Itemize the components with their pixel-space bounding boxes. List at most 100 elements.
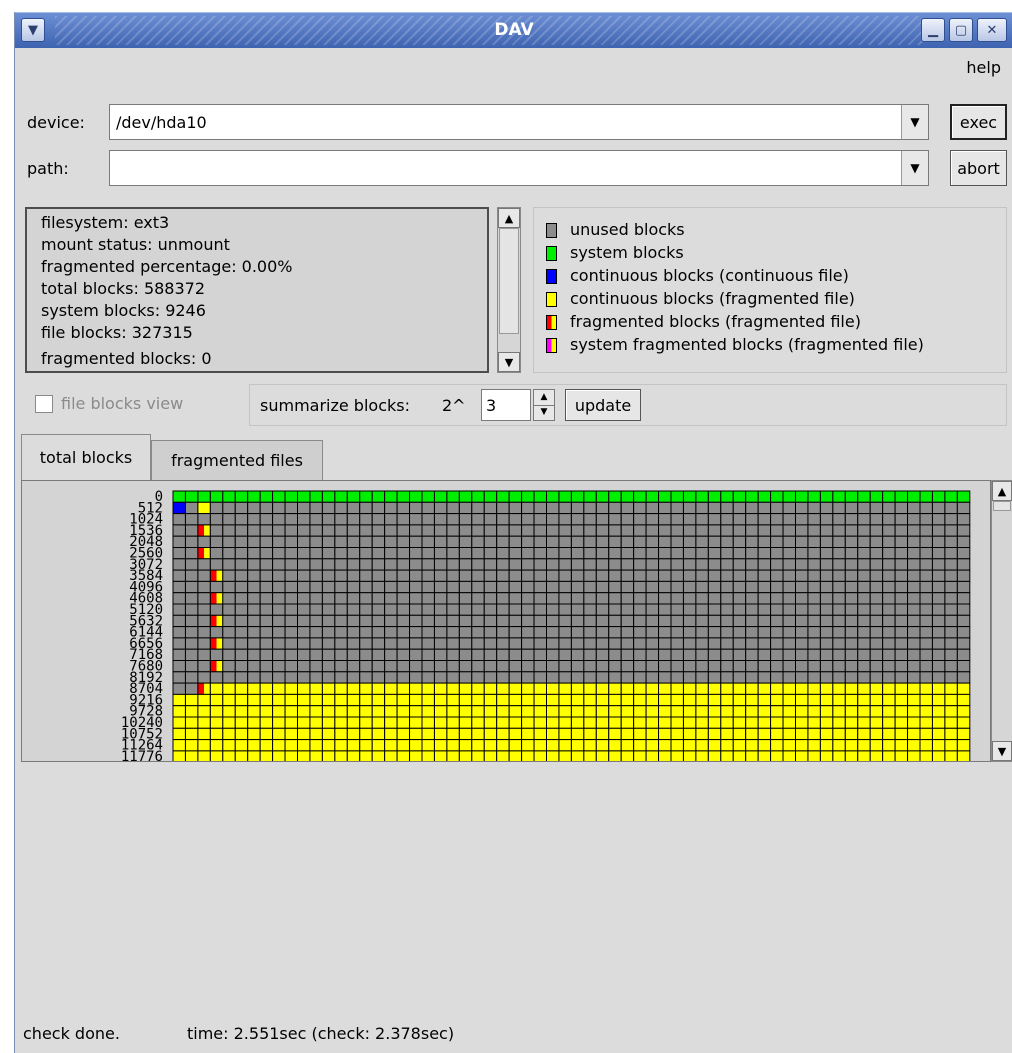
block-cell — [508, 592, 523, 605]
block-cell — [446, 739, 460, 752]
block-cell — [309, 603, 323, 616]
block-cell — [458, 490, 473, 503]
block-cell — [234, 501, 249, 515]
step-up-icon[interactable]: ▲ — [534, 390, 554, 406]
block-cell — [309, 580, 323, 594]
block-cell — [595, 569, 610, 582]
summarize-stepper[interactable]: ▲ ▼ — [533, 389, 555, 421]
arrow-up-icon: ▲ — [997, 484, 1007, 498]
block-cell — [197, 626, 211, 639]
block-cell — [907, 682, 921, 695]
block-cell — [882, 614, 896, 628]
device-dropdown-button[interactable]: ▼ — [901, 105, 928, 139]
block-cell — [421, 614, 435, 628]
block-cell — [409, 603, 423, 616]
block-cell — [807, 501, 821, 515]
summarize-value[interactable]: 3 — [486, 396, 496, 415]
block-cell — [533, 626, 547, 639]
minimize-button[interactable]: ▁ — [921, 18, 945, 42]
block-cell — [521, 558, 535, 571]
block-cell — [732, 569, 747, 582]
block-cell — [184, 739, 199, 752]
block-cell — [297, 626, 311, 639]
exec-button[interactable]: exec — [950, 104, 1007, 140]
options-row: file blocks view summarize blocks: 2^ 3 … — [25, 384, 1007, 426]
scroll-thumb[interactable] — [993, 501, 1011, 511]
block-cell — [334, 592, 348, 605]
block-cell — [546, 569, 560, 582]
info-line: filesystem: ext3 — [41, 213, 170, 232]
block-cell — [259, 693, 274, 707]
update-button[interactable]: update — [565, 389, 641, 421]
file-blocks-view-checkbox[interactable] — [35, 395, 53, 413]
block-cell — [558, 693, 572, 707]
block-cell — [359, 501, 373, 515]
block-cell — [284, 490, 298, 503]
info-scrollbar[interactable]: ▲ ▼ — [497, 207, 521, 373]
abort-button[interactable]: abort — [950, 150, 1007, 186]
scroll-down-button[interactable]: ▼ — [992, 741, 1012, 761]
block-cell — [558, 614, 572, 628]
block-cell — [259, 513, 274, 526]
block-cell — [222, 648, 236, 661]
tab-total-blocks[interactable]: total blocks — [21, 434, 151, 480]
block-cell — [782, 716, 796, 729]
block-cell — [595, 535, 610, 549]
block-map-scrollbar[interactable]: ▲ ▼ — [991, 480, 1012, 762]
block-cell — [882, 660, 896, 673]
block-cell — [272, 739, 286, 752]
block-cell — [558, 648, 572, 661]
block-cell — [172, 513, 186, 526]
block-cell — [645, 513, 660, 526]
block-cell — [620, 727, 635, 741]
block-cell — [496, 614, 510, 628]
scroll-thumb[interactable] — [499, 228, 519, 334]
block-cell — [546, 501, 560, 515]
block-cell — [259, 671, 274, 684]
block-cell — [608, 682, 622, 695]
tab-fragmented-files[interactable]: fragmented files — [151, 440, 323, 480]
block-cell — [508, 580, 523, 594]
block-cell — [346, 614, 361, 628]
menu-help[interactable]: help — [966, 58, 1001, 77]
scroll-down-button[interactable]: ▼ — [498, 352, 520, 372]
block-cell — [645, 558, 660, 571]
block-cell — [732, 716, 747, 729]
block-cell — [483, 648, 498, 661]
block-cell — [732, 660, 747, 673]
step-down-icon[interactable]: ▼ — [534, 405, 554, 420]
block-cell — [620, 569, 635, 582]
block-cell — [819, 490, 834, 503]
block-cell — [297, 750, 311, 761]
scroll-up-button[interactable]: ▲ — [498, 208, 520, 228]
summarize-spinbox[interactable]: 3 — [481, 389, 531, 421]
device-combobox[interactable]: /dev/hda10 ▼ — [109, 104, 929, 140]
block-cell — [819, 671, 834, 684]
block-cell — [695, 501, 709, 515]
block-cell — [570, 614, 585, 628]
block-cell — [745, 558, 759, 571]
close-button[interactable]: ✕ — [977, 18, 1007, 42]
block-cell — [770, 501, 784, 515]
maximize-button[interactable]: ▢ — [949, 18, 973, 42]
block-cell — [272, 569, 286, 582]
block-cell — [433, 614, 448, 628]
block-cell — [608, 716, 622, 729]
block-map[interactable]: 0512102415362048256030723584409646085120… — [22, 481, 990, 762]
block-cell — [595, 705, 610, 718]
block-cell — [458, 648, 473, 661]
device-value[interactable]: /dev/hda10 — [116, 113, 207, 132]
block-cell — [620, 626, 635, 639]
path-combobox[interactable]: ▼ — [109, 150, 929, 186]
title-bar[interactable]: ▼ DAV ▁ ▢ ✕ — [15, 12, 1012, 48]
block-cell — [508, 739, 523, 752]
block-cell — [334, 614, 348, 628]
scroll-up-button[interactable]: ▲ — [992, 481, 1012, 501]
block-cell — [608, 750, 622, 761]
block-cell — [558, 592, 572, 605]
block-cell — [795, 693, 809, 707]
block-cell — [894, 637, 909, 650]
path-dropdown-button[interactable]: ▼ — [901, 151, 928, 185]
block-cell — [272, 671, 286, 684]
block-cell — [645, 693, 660, 707]
